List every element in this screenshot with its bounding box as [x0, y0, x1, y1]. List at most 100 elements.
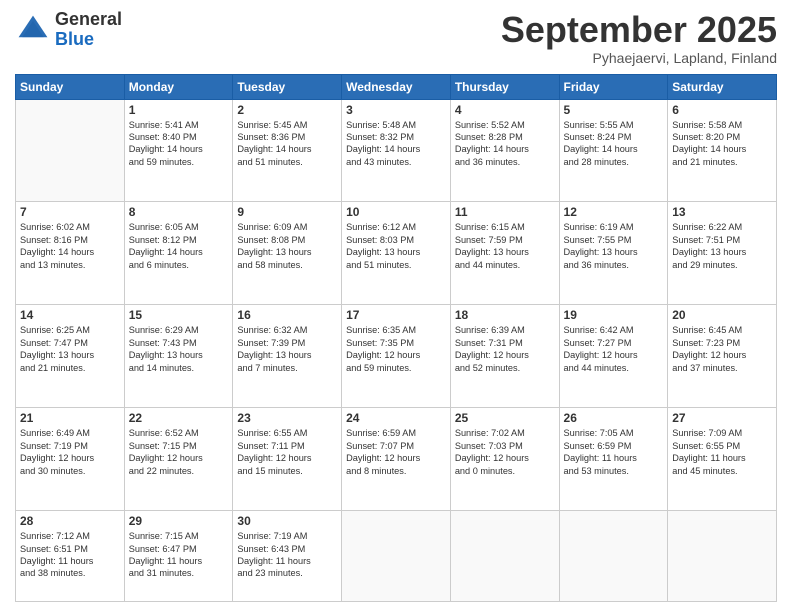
table-row	[16, 99, 125, 202]
calendar-week-1: 1 Sunrise: 5:41 AM Sunset: 8:40 PM Daylig…	[16, 99, 777, 202]
calendar-header-row: Sunday Monday Tuesday Wednesday Thursday…	[16, 74, 777, 99]
day-info: Sunrise: 6:29 AM Sunset: 7:43 PM Dayligh…	[129, 324, 229, 374]
table-row: 6Sunrise: 5:58 AM Sunset: 8:20 PM Daylig…	[668, 99, 777, 202]
calendar-table: Sunday Monday Tuesday Wednesday Thursday…	[15, 74, 777, 602]
day-number: 21	[20, 411, 120, 425]
calendar-week-2: 7Sunrise: 6:02 AM Sunset: 8:16 PM Daylig…	[16, 202, 777, 305]
day-number: 23	[237, 411, 337, 425]
table-row	[668, 511, 777, 602]
day-info: Sunrise: 6:59 AM Sunset: 7:07 PM Dayligh…	[346, 427, 446, 477]
day-number: 17	[346, 308, 446, 322]
table-row: 1 Sunrise: 5:41 AM Sunset: 8:40 PM Daylig…	[124, 99, 233, 202]
day-info: Sunrise: 6:12 AM Sunset: 8:03 PM Dayligh…	[346, 221, 446, 271]
table-row: 23 Sunrise: 6:55 AM Sunset: 7:11 PM Dayli…	[233, 408, 342, 511]
day-info: Sunrise: 6:39 AM Sunset: 7:31 PM Dayligh…	[455, 324, 555, 374]
table-row: 2 Sunrise: 5:45 AM Sunset: 8:36 PM Daylig…	[233, 99, 342, 202]
calendar-week-3: 14 Sunrise: 6:25 AM Sunset: 7:47 PM Dayli…	[16, 305, 777, 408]
day-info: Sunrise: 6:45 AM Sunset: 7:23 PM Dayligh…	[672, 324, 772, 374]
day-info: Sunrise: 5:48 AM Sunset: 8:32 PM Dayligh…	[346, 119, 446, 169]
table-row: 28 Sunrise: 7:12 AM Sunset: 6:51 PM Dayli…	[16, 511, 125, 602]
table-row: 9 Sunrise: 6:09 AM Sunset: 8:08 PM Daylig…	[233, 202, 342, 305]
logo-text: General Blue	[55, 10, 122, 50]
day-info: Sunrise: 7:12 AM Sunset: 6:51 PM Dayligh…	[20, 530, 120, 580]
day-info: Sunrise: 6:22 AM Sunset: 7:51 PM Dayligh…	[672, 221, 772, 271]
day-info: Sunrise: 5:55 AM Sunset: 8:24 PM Dayligh…	[564, 119, 664, 169]
table-row	[559, 511, 668, 602]
col-monday: Monday	[124, 74, 233, 99]
day-number: 15	[129, 308, 229, 322]
day-info: Sunrise: 6:19 AM Sunset: 7:55 PM Dayligh…	[564, 221, 664, 271]
day-number: 1	[129, 103, 229, 117]
day-number: 28	[20, 514, 120, 528]
table-row: 20Sunrise: 6:45 AM Sunset: 7:23 PM Dayli…	[668, 305, 777, 408]
table-row: 3 Sunrise: 5:48 AM Sunset: 8:32 PM Daylig…	[342, 99, 451, 202]
day-info: Sunrise: 6:15 AM Sunset: 7:59 PM Dayligh…	[455, 221, 555, 271]
day-number: 9	[237, 205, 337, 219]
table-row: 26Sunrise: 7:05 AM Sunset: 6:59 PM Dayli…	[559, 408, 668, 511]
day-info: Sunrise: 7:09 AM Sunset: 6:55 PM Dayligh…	[672, 427, 772, 477]
table-row: 19 Sunrise: 6:42 AM Sunset: 7:27 PM Dayli…	[559, 305, 668, 408]
day-info: Sunrise: 6:25 AM Sunset: 7:47 PM Dayligh…	[20, 324, 120, 374]
table-row: 7Sunrise: 6:02 AM Sunset: 8:16 PM Daylig…	[16, 202, 125, 305]
table-row: 11 Sunrise: 6:15 AM Sunset: 7:59 PM Dayli…	[450, 202, 559, 305]
day-number: 6	[672, 103, 772, 117]
day-number: 5	[564, 103, 664, 117]
day-number: 11	[455, 205, 555, 219]
day-number: 3	[346, 103, 446, 117]
table-row: 10 Sunrise: 6:12 AM Sunset: 8:03 PM Dayli…	[342, 202, 451, 305]
day-info: Sunrise: 6:49 AM Sunset: 7:19 PM Dayligh…	[20, 427, 120, 477]
col-saturday: Saturday	[668, 74, 777, 99]
month-title: September 2025	[501, 10, 777, 50]
table-row	[342, 511, 451, 602]
day-number: 29	[129, 514, 229, 528]
table-row: 17 Sunrise: 6:35 AM Sunset: 7:35 PM Dayli…	[342, 305, 451, 408]
day-info: Sunrise: 6:55 AM Sunset: 7:11 PM Dayligh…	[237, 427, 337, 477]
day-number: 26	[564, 411, 664, 425]
table-row: 27Sunrise: 7:09 AM Sunset: 6:55 PM Dayli…	[668, 408, 777, 511]
day-number: 22	[129, 411, 229, 425]
day-number: 18	[455, 308, 555, 322]
table-row: 12Sunrise: 6:19 AM Sunset: 7:55 PM Dayli…	[559, 202, 668, 305]
table-row: 18 Sunrise: 6:39 AM Sunset: 7:31 PM Dayli…	[450, 305, 559, 408]
day-number: 2	[237, 103, 337, 117]
table-row: 16Sunrise: 6:32 AM Sunset: 7:39 PM Dayli…	[233, 305, 342, 408]
day-number: 7	[20, 205, 120, 219]
table-row	[450, 511, 559, 602]
day-number: 13	[672, 205, 772, 219]
day-info: Sunrise: 5:41 AM Sunset: 8:40 PM Dayligh…	[129, 119, 229, 169]
day-number: 19	[564, 308, 664, 322]
col-thursday: Thursday	[450, 74, 559, 99]
table-row: 4 Sunrise: 5:52 AM Sunset: 8:28 PM Daylig…	[450, 99, 559, 202]
day-number: 16	[237, 308, 337, 322]
day-number: 4	[455, 103, 555, 117]
logo-general-text: General	[55, 10, 122, 30]
day-info: Sunrise: 6:35 AM Sunset: 7:35 PM Dayligh…	[346, 324, 446, 374]
day-info: Sunrise: 6:42 AM Sunset: 7:27 PM Dayligh…	[564, 324, 664, 374]
day-info: Sunrise: 6:52 AM Sunset: 7:15 PM Dayligh…	[129, 427, 229, 477]
day-number: 10	[346, 205, 446, 219]
table-row: 22 Sunrise: 6:52 AM Sunset: 7:15 PM Dayli…	[124, 408, 233, 511]
table-row: 30Sunrise: 7:19 AM Sunset: 6:43 PM Dayli…	[233, 511, 342, 602]
page: General Blue September 2025 Pyhaejaervi,…	[0, 0, 792, 612]
day-info: Sunrise: 7:15 AM Sunset: 6:47 PM Dayligh…	[129, 530, 229, 580]
title-block: September 2025 Pyhaejaervi, Lapland, Fin…	[501, 10, 777, 66]
col-sunday: Sunday	[16, 74, 125, 99]
table-row: 21 Sunrise: 6:49 AM Sunset: 7:19 PM Dayli…	[16, 408, 125, 511]
table-row: 13 Sunrise: 6:22 AM Sunset: 7:51 PM Dayli…	[668, 202, 777, 305]
logo-icon	[15, 12, 51, 48]
calendar-week-5: 28 Sunrise: 7:12 AM Sunset: 6:51 PM Dayli…	[16, 511, 777, 602]
day-info: Sunrise: 6:05 AM Sunset: 8:12 PM Dayligh…	[129, 221, 229, 271]
table-row: 14 Sunrise: 6:25 AM Sunset: 7:47 PM Dayli…	[16, 305, 125, 408]
day-info: Sunrise: 5:52 AM Sunset: 8:28 PM Dayligh…	[455, 119, 555, 169]
table-row: 29 Sunrise: 7:15 AM Sunset: 6:47 PM Dayli…	[124, 511, 233, 602]
day-number: 8	[129, 205, 229, 219]
table-row: 8 Sunrise: 6:05 AM Sunset: 8:12 PM Daylig…	[124, 202, 233, 305]
day-number: 14	[20, 308, 120, 322]
day-info: Sunrise: 6:09 AM Sunset: 8:08 PM Dayligh…	[237, 221, 337, 271]
table-row: 24Sunrise: 6:59 AM Sunset: 7:07 PM Dayli…	[342, 408, 451, 511]
table-row: 15 Sunrise: 6:29 AM Sunset: 7:43 PM Dayli…	[124, 305, 233, 408]
day-info: Sunrise: 7:02 AM Sunset: 7:03 PM Dayligh…	[455, 427, 555, 477]
day-info: Sunrise: 5:45 AM Sunset: 8:36 PM Dayligh…	[237, 119, 337, 169]
col-wednesday: Wednesday	[342, 74, 451, 99]
col-friday: Friday	[559, 74, 668, 99]
